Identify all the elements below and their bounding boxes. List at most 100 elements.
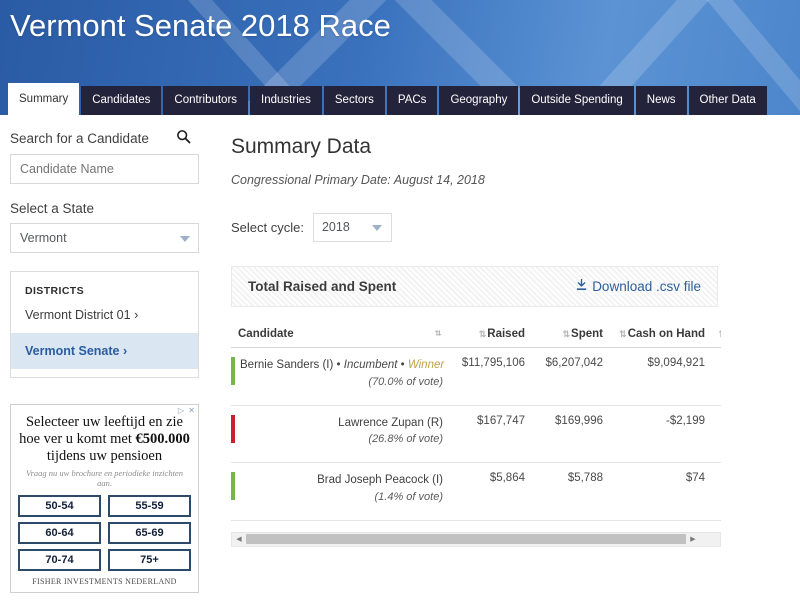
last-report-cell: 12/31/2018 [705, 405, 721, 463]
col-header-last-report[interactable]: ⇅Last Report [705, 328, 721, 348]
scroll-left-arrow-icon[interactable]: ◀ [232, 533, 246, 546]
advertisement[interactable]: ▷ ✕ Selecteer uw leeftijd en zie hoe ver… [10, 404, 199, 593]
vote-percentage: (70.0% of vote) [368, 376, 443, 388]
party-color-bar [231, 415, 235, 443]
chevron-down-icon [372, 225, 382, 231]
main-content: Summary Data Congressional Primary Date:… [215, 115, 800, 600]
summary-table: Candidate⇅⇅Raised⇅Spent⇅Cash on Hand⇅Las… [231, 328, 721, 521]
download-csv-link[interactable]: Download .csv file [576, 279, 701, 294]
tab-contributors[interactable]: Contributors [163, 86, 248, 115]
candidate-cell: Brad Joseph Peacock (I)(1.4% of vote) [231, 463, 443, 521]
raised-cell: $11,795,106 [443, 348, 525, 406]
col-header-candidate[interactable]: Candidate ⇅ [231, 328, 443, 348]
vote-percentage: (26.8% of vote) [368, 433, 443, 445]
candidate-tag-incumbent: Incumbent [344, 359, 398, 371]
ad-choices-icon[interactable]: ▷ ✕ [178, 406, 196, 415]
party-color-bar [231, 472, 235, 500]
table-body: Bernie Sanders (I) • Incumbent • Winner (… [231, 348, 721, 521]
tag-separator: • [333, 359, 343, 371]
col-header-cash-on-hand[interactable]: ⇅Cash on Hand [603, 328, 705, 348]
ad-headline: Selecteer uw leeftijd en zie hoe ver u k… [18, 414, 191, 464]
cash-on-hand-cell: $9,094,921 [603, 348, 705, 406]
scrollbar-thumb[interactable] [246, 534, 686, 544]
table-header-row: Candidate⇅⇅Raised⇅Spent⇅Cash on Hand⇅Las… [231, 328, 721, 348]
total-raised-panel: Total Raised and Spent Download .csv fil… [231, 266, 718, 307]
col-header-label: Candidate [238, 328, 294, 340]
districts-list: Vermont District 01 ›Vermont Senate › [11, 297, 198, 369]
ad-age-button-70-74[interactable]: 70-74 [18, 549, 101, 571]
sort-icon[interactable]: ⇅ [434, 329, 441, 338]
sort-icon[interactable]: ⇅ [563, 329, 570, 339]
candidate-name[interactable]: Bernie Sanders (I) [240, 359, 333, 371]
spent-cell: $169,996 [525, 405, 603, 463]
cash-on-hand-cell: $74 [603, 463, 705, 521]
cash-on-hand-cell: -$2,199 [603, 405, 705, 463]
col-header-raised[interactable]: ⇅Raised [443, 328, 525, 348]
page-title: Vermont Senate 2018 Race [10, 8, 391, 44]
content-title: Summary Data [223, 135, 800, 159]
search-label: Search for a Candidate [10, 131, 149, 146]
sort-icon[interactable]: ⇅ [719, 329, 721, 339]
candidate-cell: Lawrence Zupan (R) (26.8% of vote) [231, 405, 443, 463]
spent-cell: $6,207,042 [525, 348, 603, 406]
ad-advertiser: FISHER INVESTMENTS NEDERLAND [18, 577, 191, 586]
sort-icon[interactable]: ⇅ [619, 329, 626, 339]
ad-headline-line2-pre: hoe ver u komt met [19, 431, 135, 447]
tab-other-data[interactable]: Other Data [689, 86, 767, 115]
ad-age-button-75plus[interactable]: 75+ [108, 549, 191, 571]
table-row[interactable]: Bernie Sanders (I) • Incumbent • Winner (… [231, 348, 721, 406]
ad-age-button-50-54[interactable]: 50-54 [18, 495, 101, 517]
raised-cell: $5,864 [443, 463, 525, 521]
col-header-label: Cash on Hand [628, 328, 705, 340]
raised-cell: $167,747 [443, 405, 525, 463]
candidate-tag-winner: Winner [408, 359, 444, 371]
candidate-name[interactable]: Lawrence Zupan (R) [338, 417, 443, 429]
tab-industries[interactable]: Industries [250, 86, 322, 115]
candidate-cell: Bernie Sanders (I) • Incumbent • Winner (… [231, 348, 443, 406]
search-icon[interactable] [176, 129, 191, 149]
district-item-1[interactable]: Vermont Senate › [11, 333, 198, 369]
page-body: Search for a Candidate Select a State Ve… [0, 115, 800, 600]
district-item-0[interactable]: Vermont District 01 › [11, 297, 198, 333]
sort-icon[interactable]: ⇅ [479, 329, 486, 339]
search-input[interactable] [10, 154, 199, 184]
ad-age-button-60-64[interactable]: 60-64 [18, 522, 101, 544]
search-label-row: Search for a Candidate [10, 129, 205, 154]
tab-pacs[interactable]: PACs [387, 86, 438, 115]
col-header-spent[interactable]: ⇅Spent [525, 328, 603, 348]
candidate-info: Lawrence Zupan (R) (26.8% of vote) [231, 415, 443, 449]
tab-outside-spending[interactable]: Outside Spending [520, 86, 633, 115]
ad-age-button-65-69[interactable]: 65-69 [108, 522, 191, 544]
ad-headline-amount: €500.000 [136, 431, 190, 447]
party-color-bar [231, 357, 235, 385]
table-row[interactable]: Brad Joseph Peacock (I)(1.4% of vote)$5,… [231, 463, 721, 521]
col-header-label: Raised [487, 328, 525, 340]
tab-sectors[interactable]: Sectors [324, 86, 385, 115]
tab-geography[interactable]: Geography [439, 86, 518, 115]
tab-news[interactable]: News [636, 86, 687, 115]
cycle-select-value: 2018 [322, 220, 350, 234]
ad-subtext: Vraag nu uw brochure en periodieke inzic… [18, 468, 191, 488]
ad-headline-line3: tijdens uw pensioen [47, 448, 162, 464]
tag-separator: • [397, 359, 407, 371]
last-report-cell: 12/31/2018 [705, 348, 721, 406]
horizontal-scrollbar[interactable]: ◀ ▶ [231, 532, 721, 547]
sidebar: Search for a Candidate Select a State Ve… [0, 115, 215, 600]
candidate-name[interactable]: Brad Joseph Peacock (I) [317, 474, 443, 486]
ad-age-button-55-59[interactable]: 55-59 [108, 495, 191, 517]
cycle-select[interactable]: 2018 [313, 213, 392, 242]
panel-title: Total Raised and Spent [248, 279, 396, 294]
download-icon [576, 279, 587, 294]
cycle-selector-row: Select cycle: 2018 [223, 213, 800, 242]
state-select-value: Vermont [20, 231, 67, 245]
scroll-right-arrow-icon[interactable]: ▶ [686, 533, 700, 546]
table-row[interactable]: Lawrence Zupan (R) (26.8% of vote)$167,74… [231, 405, 721, 463]
tab-summary[interactable]: Summary [8, 83, 79, 115]
chevron-down-icon [180, 236, 190, 242]
candidate-info: Bernie Sanders (I) • Incumbent • Winner (… [231, 357, 443, 391]
primary-date-text: Congressional Primary Date: August 14, 2… [223, 173, 800, 187]
tab-candidates[interactable]: Candidates [81, 86, 161, 115]
state-select[interactable]: Vermont [10, 223, 199, 253]
ad-age-buttons: 50-54 55-59 60-64 65-69 70-74 75+ [18, 495, 191, 571]
ad-headline-line1: Selecteer uw leeftijd en zie [26, 414, 183, 430]
